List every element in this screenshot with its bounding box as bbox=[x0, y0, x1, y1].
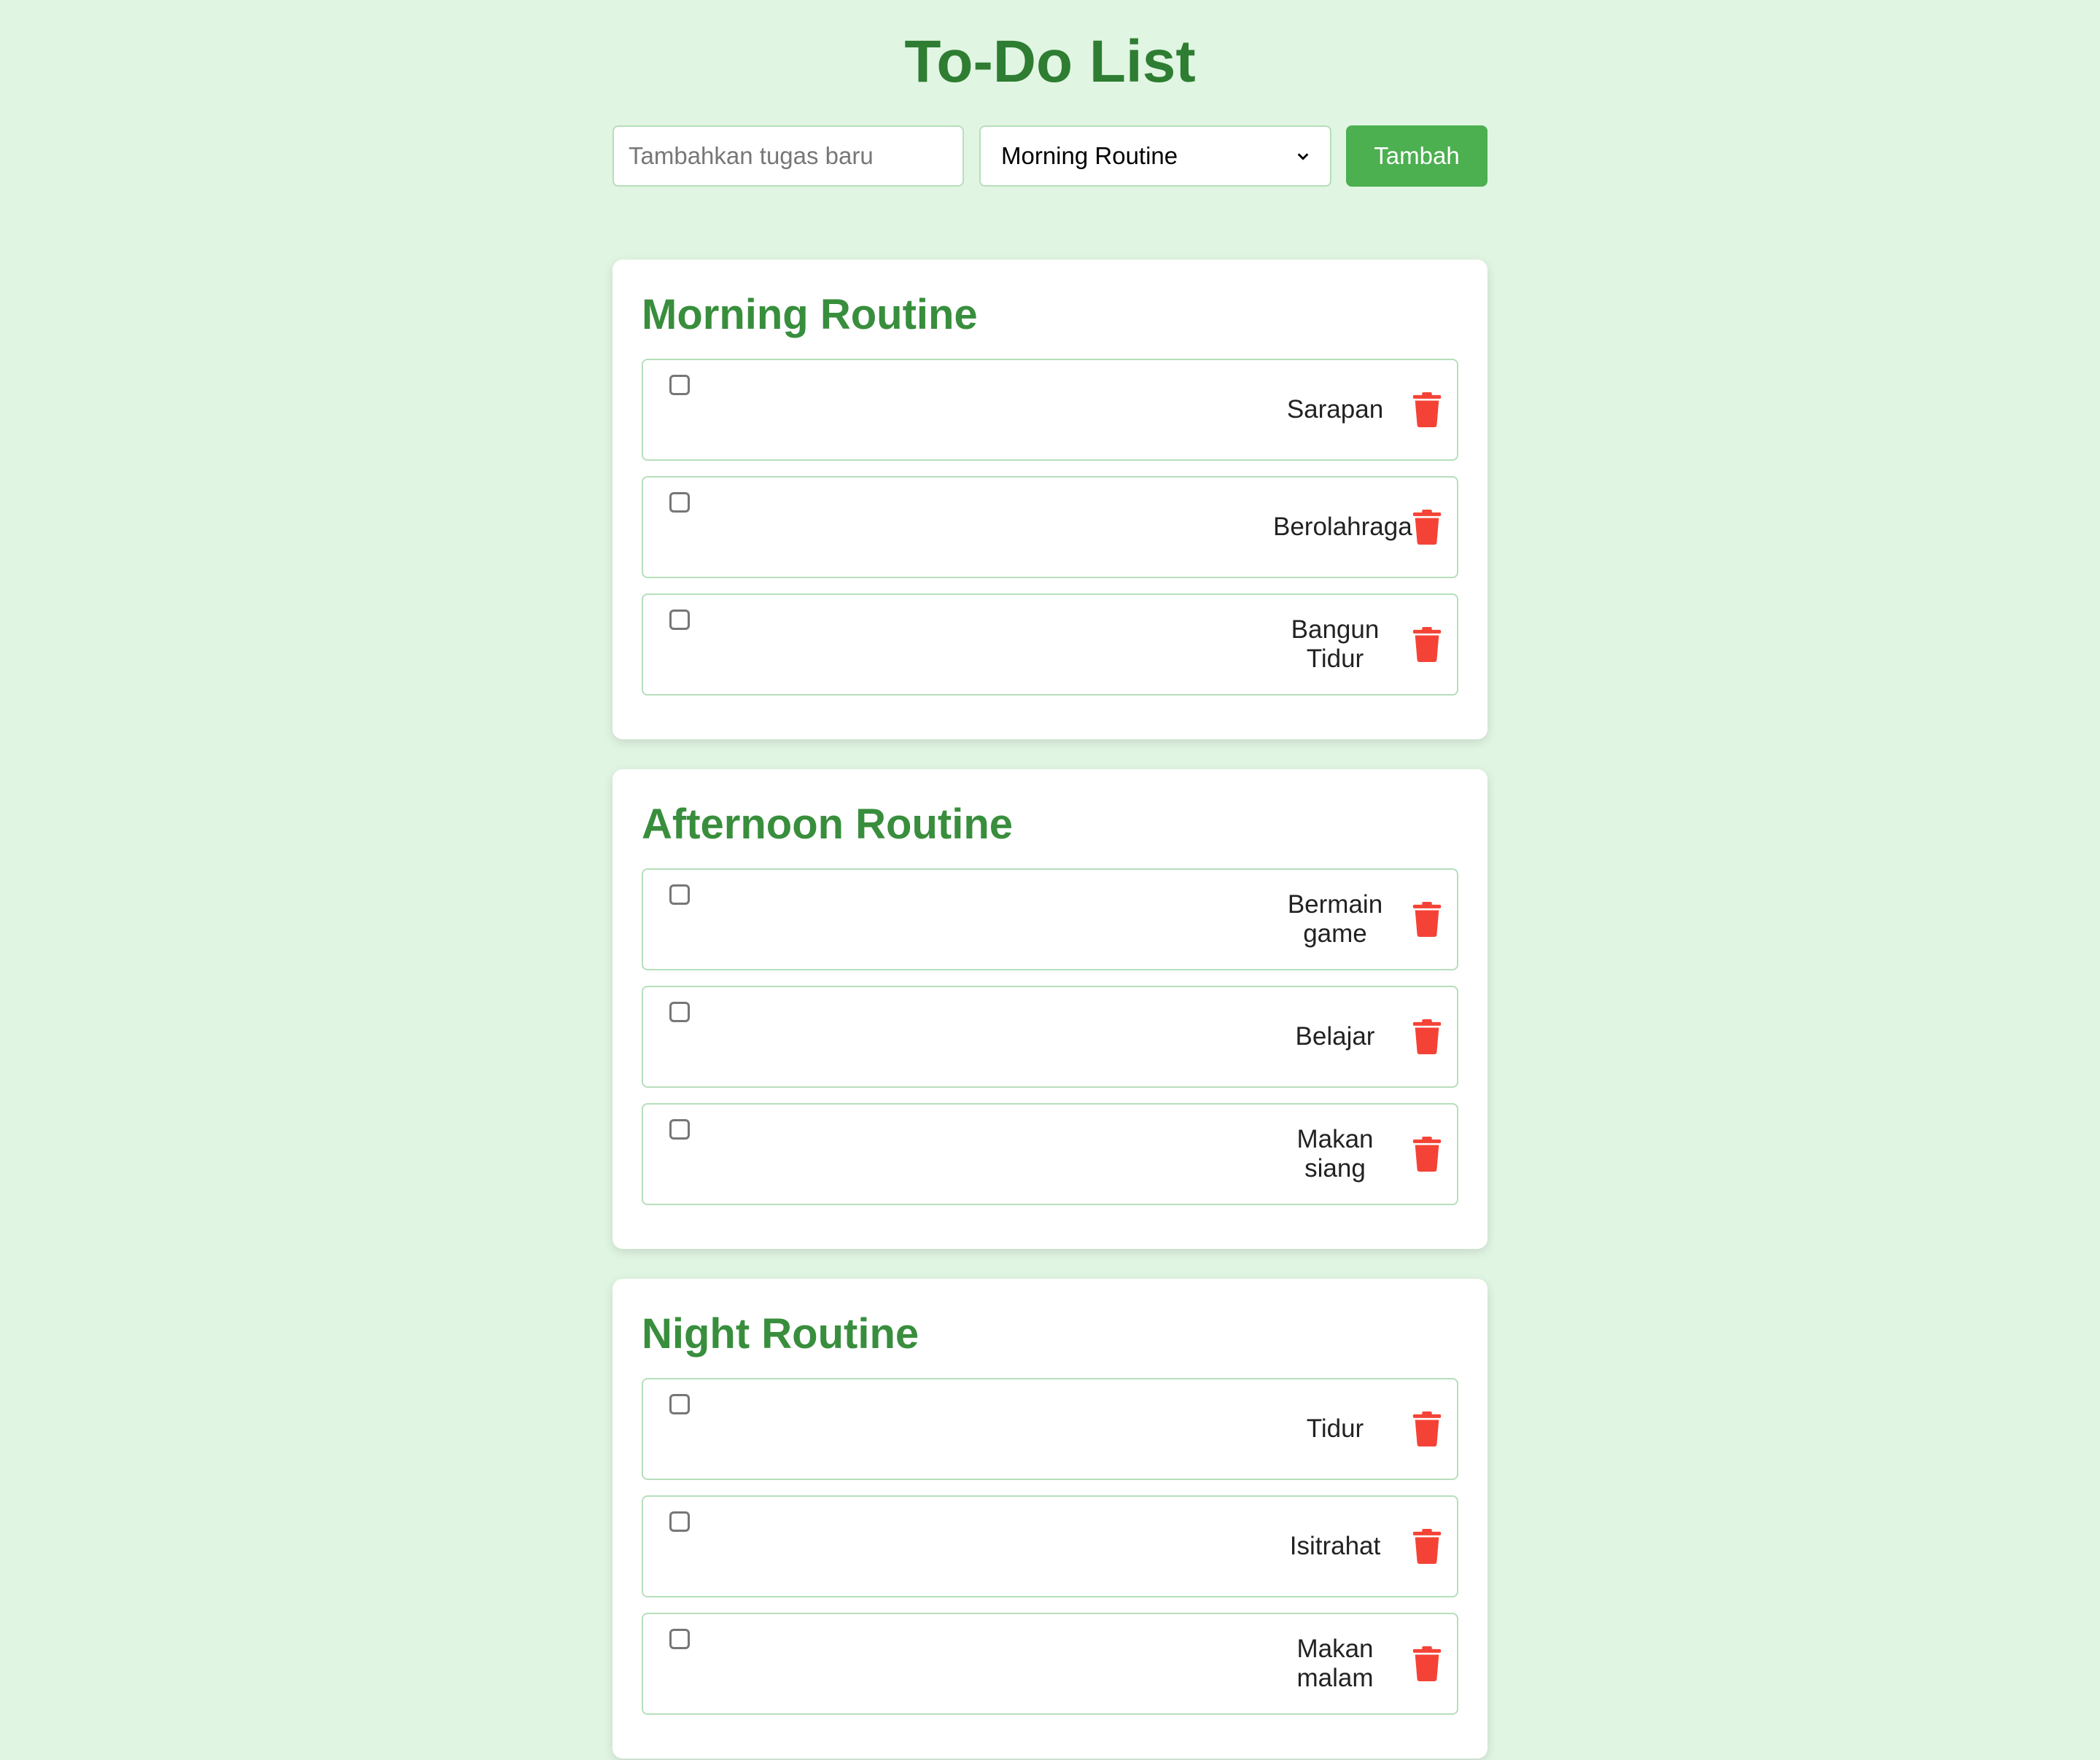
task-text: Bermain game bbox=[1287, 890, 1383, 948]
trash-icon[interactable] bbox=[1410, 1411, 1444, 1447]
routine-select-value: Morning Routine bbox=[1001, 142, 1178, 169]
trash-icon[interactable] bbox=[1410, 1646, 1444, 1682]
trash-icon[interactable] bbox=[1410, 901, 1444, 938]
task-text: Belajar bbox=[1295, 1022, 1375, 1051]
page-title: To-Do List bbox=[904, 28, 1196, 95]
routine-select[interactable]: Morning Routine bbox=[979, 125, 1331, 187]
task-checkbox[interactable] bbox=[669, 1002, 690, 1022]
task-text: Makan siang bbox=[1296, 1125, 1374, 1183]
task-item: Isitrahat bbox=[642, 1495, 1458, 1597]
trash-icon[interactable] bbox=[1410, 626, 1444, 663]
task-text: Bangun Tidur bbox=[1291, 615, 1380, 673]
task-item: Belajar bbox=[642, 986, 1458, 1088]
task-item: Bermain game bbox=[642, 868, 1458, 970]
task-item: Berolahraga bbox=[642, 476, 1458, 578]
chevron-down-icon bbox=[1297, 153, 1309, 160]
task-item: Bangun Tidur bbox=[642, 593, 1458, 696]
routine-title: Morning Routine bbox=[642, 291, 978, 338]
task-text: Sarapan bbox=[1286, 395, 1384, 424]
task-checkbox[interactable] bbox=[669, 610, 690, 630]
task-checkbox[interactable] bbox=[669, 492, 690, 513]
add-task-button[interactable]: Tambah bbox=[1346, 125, 1488, 187]
trash-icon[interactable] bbox=[1410, 1019, 1444, 1055]
task-text: Makan malam bbox=[1296, 1635, 1374, 1692]
task-checkbox[interactable] bbox=[669, 884, 690, 905]
task-checkbox[interactable] bbox=[669, 1629, 690, 1649]
routine-card-morning: Morning Routine Sarapan Berolahraga Bang… bbox=[612, 260, 1488, 739]
routine-card-afternoon: Afternoon Routine Bermain game Belajar M… bbox=[612, 769, 1488, 1249]
routine-card-night: Night Routine Tidur Isitrahat Makan mala… bbox=[612, 1279, 1488, 1759]
task-item: Makan siang bbox=[642, 1103, 1458, 1205]
task-checkbox[interactable] bbox=[669, 375, 690, 395]
task-checkbox[interactable] bbox=[669, 1511, 690, 1532]
trash-icon[interactable] bbox=[1410, 392, 1444, 428]
task-text: Tidur bbox=[1306, 1414, 1364, 1443]
task-checkbox[interactable] bbox=[669, 1119, 690, 1140]
task-checkbox[interactable] bbox=[669, 1394, 690, 1414]
task-item: Makan malam bbox=[642, 1613, 1458, 1715]
task-text: Berolahraga bbox=[1273, 513, 1412, 541]
task-item: Sarapan bbox=[642, 359, 1458, 461]
task-item: Tidur bbox=[642, 1378, 1458, 1480]
new-task-input[interactable] bbox=[612, 125, 964, 187]
trash-icon[interactable] bbox=[1410, 1528, 1444, 1565]
routine-title: Night Routine bbox=[642, 1310, 919, 1358]
trash-icon[interactable] bbox=[1410, 1136, 1444, 1172]
routine-title: Afternoon Routine bbox=[642, 801, 1014, 848]
trash-icon[interactable] bbox=[1410, 509, 1444, 545]
task-text: Isitrahat bbox=[1289, 1532, 1381, 1560]
